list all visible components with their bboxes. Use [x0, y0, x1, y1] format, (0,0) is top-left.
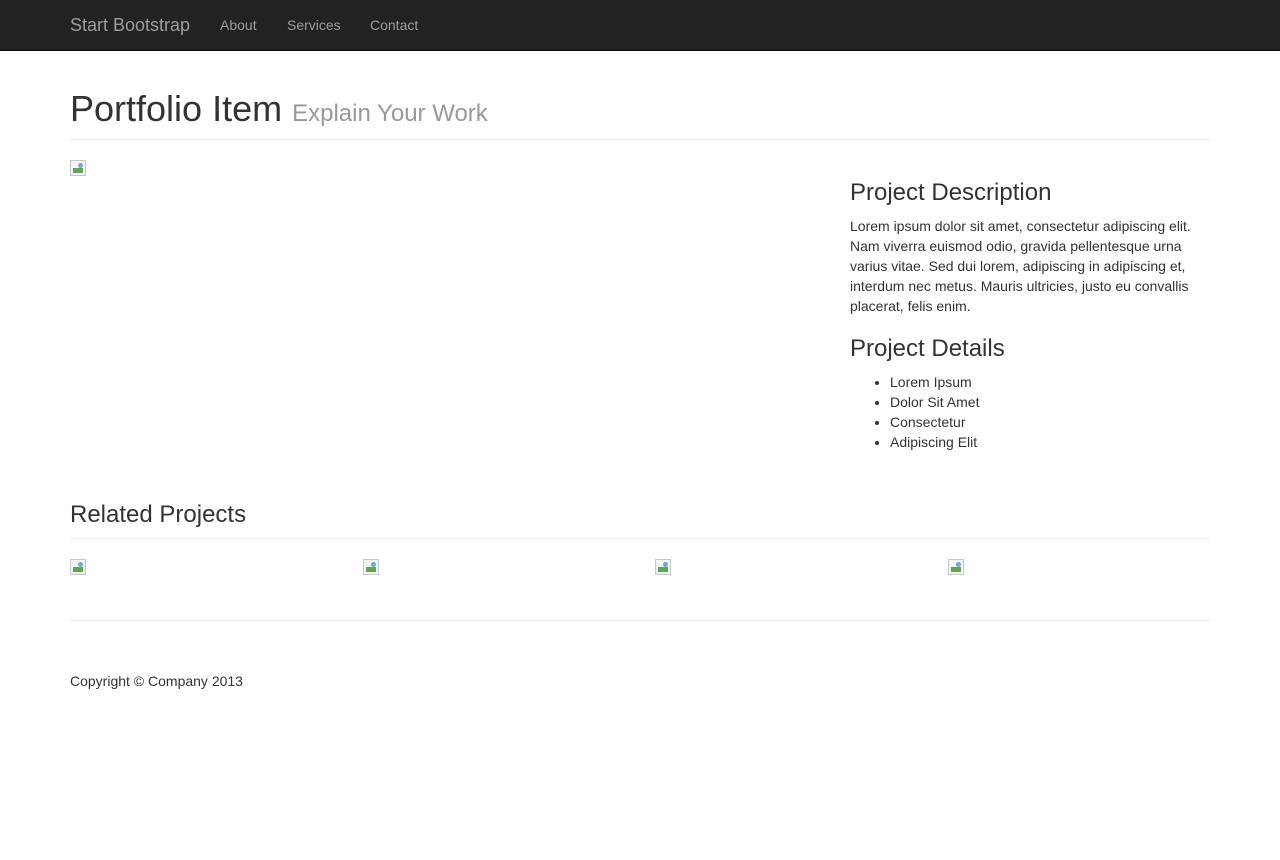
list-item: Lorem Ipsum [890, 372, 1190, 392]
page-header: Portfolio Item Explain Your Work [70, 88, 1210, 140]
navbar-brand-link[interactable]: Start Bootstrap [70, 14, 190, 36]
related-project-thumbnail-icon[interactable] [948, 559, 964, 575]
project-description-text: Lorem ipsum dolor sit amet, consectetur … [850, 218, 1191, 314]
related-project-thumbnail-icon[interactable] [363, 559, 379, 575]
related-project-thumbnail-icon[interactable] [655, 559, 671, 575]
copyright-text: Copyright © Company 2013 [70, 673, 243, 689]
list-item: Dolor Sit Amet [890, 392, 1190, 412]
nav-link-contact[interactable]: Contact [370, 15, 418, 35]
page-title: Portfolio Item Explain Your Work [70, 88, 1210, 135]
footer-divider [70, 620, 1210, 621]
portfolio-image-icon [70, 160, 86, 176]
list-item: Adipiscing Elit [890, 432, 1190, 452]
related-project-thumbnail-icon[interactable] [70, 559, 86, 575]
navbar: Start Bootstrap About Services Contact [0, 0, 1280, 51]
page-subtitle: Explain Your Work [292, 100, 488, 127]
page-title-text: Portfolio Item [70, 88, 283, 129]
nav-link-services[interactable]: Services [287, 15, 341, 35]
project-details-heading: Project Details [850, 335, 1005, 362]
nav-link-about[interactable]: About [220, 15, 257, 35]
related-projects-heading: Related Projects [70, 501, 247, 528]
list-item: Consectetur [890, 412, 1190, 432]
project-description-heading: Project Description [850, 179, 1052, 206]
related-projects-header: Related Projects [70, 500, 1210, 539]
project-details-list: Lorem Ipsum Dolor Sit Amet Consectetur A… [890, 372, 1190, 452]
